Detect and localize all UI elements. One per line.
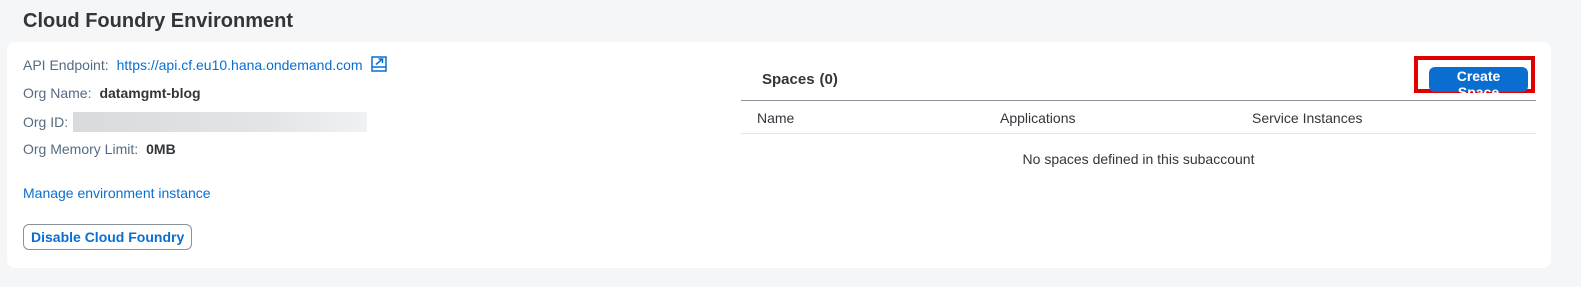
external-link-icon[interactable]	[370, 56, 387, 72]
column-header-service-instances: Service Instances	[1252, 110, 1363, 126]
spaces-count: (0)	[819, 71, 838, 88]
create-space-button[interactable]: Create Space	[1429, 67, 1528, 100]
environment-card: API Endpoint: https://api.cf.eu10.hana.o…	[7, 42, 1551, 268]
org-name-label: Org Name:	[23, 85, 92, 101]
org-memory-value: 0MB	[146, 141, 176, 157]
org-name-value: datamgmt-blog	[99, 85, 201, 101]
column-header-applications: Applications	[1000, 110, 1076, 126]
spaces-table-header: Name Applications Service Instances	[741, 101, 1536, 134]
org-id-row: Org ID:	[23, 112, 368, 132]
org-memory-row: Org Memory Limit: 0MB	[23, 141, 176, 157]
api-endpoint-link[interactable]: https://api.cf.eu10.hana.ondemand.com	[117, 57, 363, 73]
org-name-row: Org Name: datamgmt-blog	[23, 85, 201, 101]
org-id-redacted-value	[73, 112, 368, 132]
api-endpoint-row: API Endpoint: https://api.cf.eu10.hana.o…	[23, 56, 387, 73]
api-endpoint-label: API Endpoint:	[23, 57, 109, 73]
org-memory-label: Org Memory Limit:	[23, 141, 139, 157]
spaces-title: Spaces (0)	[762, 71, 838, 88]
org-id-label: Org ID:	[23, 114, 69, 130]
spaces-title-text: Spaces	[762, 71, 815, 88]
disable-cloud-foundry-button[interactable]: Disable Cloud Foundry	[23, 224, 193, 250]
spaces-empty-message: No spaces defined in this subaccount	[1022, 151, 1255, 167]
page-title: Cloud Foundry Environment	[23, 10, 293, 32]
column-header-name: Name	[757, 110, 795, 126]
spaces-panel: Spaces (0) Create Space Name Application…	[741, 42, 1536, 268]
manage-environment-link[interactable]: Manage environment instance	[23, 185, 211, 201]
